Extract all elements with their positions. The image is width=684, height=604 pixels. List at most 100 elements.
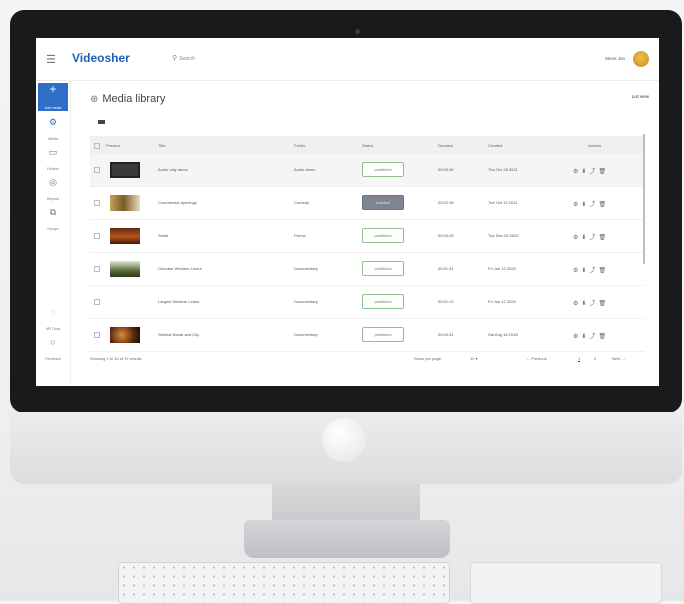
table-row[interactable]: Small Promo published 00:00:05 Tue Nov 0…: [90, 220, 645, 253]
row-actions[interactable]: ⚙⬇⤴🗑: [573, 199, 609, 208]
sidebar-item-reports[interactable]: ◎ Reports: [36, 177, 70, 205]
rows-per-page-select[interactable]: 10 ▾: [470, 356, 478, 361]
status-badge: published: [362, 162, 404, 177]
next-label: Next: [612, 356, 621, 361]
row-created: Sat Aug 18 2018: [488, 332, 518, 337]
col-created[interactable]: Created: [488, 143, 502, 148]
row-duration: 00:00:05: [438, 233, 454, 238]
table-row[interactable]: Largest Western Lemur Documentary publis…: [90, 286, 645, 319]
sidebar-item-feedback[interactable]: ○ Feedback: [36, 337, 70, 365]
row-checkbox[interactable]: [94, 200, 100, 206]
user-name[interactable]: Steve Jon: [605, 56, 625, 61]
copy-icon: ⧉: [49, 207, 57, 217]
chevron-right-icon: →: [621, 356, 626, 361]
add-media-button[interactable]: + Add media: [38, 83, 68, 111]
video-thumbnail[interactable]: [110, 327, 140, 343]
monitor-stand-neck: [272, 484, 420, 524]
library-icon: ⊕: [90, 94, 99, 105]
delete-icon[interactable]: 🗑: [598, 334, 609, 340]
delete-icon[interactable]: 🗑: [598, 202, 609, 208]
previous-button[interactable]: ← Previous: [526, 356, 547, 361]
row-folder: Documentary: [294, 299, 318, 304]
row-duration: 00:01:31: [438, 266, 454, 271]
brand-logo[interactable]: Videosher: [72, 51, 130, 65]
sidebar-item-groups[interactable]: ⧉ Groups: [36, 207, 70, 235]
row-actions[interactable]: ⚙⬇⤴🗑: [573, 298, 609, 307]
camera-dot: [355, 29, 360, 34]
delete-icon[interactable]: 🗑: [598, 301, 609, 307]
row-title[interactable]: Audio only demo: [158, 167, 188, 172]
row-checkbox[interactable]: [94, 332, 100, 338]
table-row[interactable]: Audio only demo Audio demo published 00:…: [90, 154, 645, 187]
plus-icon: +: [49, 82, 57, 96]
row-folder: Documentary: [294, 332, 318, 337]
row-title[interactable]: Sidebar Break and Clip: [158, 332, 199, 337]
chevron-down-icon: ▾: [475, 356, 478, 361]
sidebar-item-media[interactable]: ⚙ Media: [36, 117, 70, 145]
row-title[interactable]: Octorber Western Lemur: [158, 266, 202, 271]
table-header: Preview Title Folder Status Duration Cre…: [90, 136, 645, 154]
row-duration: 00:01:10: [438, 299, 454, 304]
gear-icon: ⚙: [48, 117, 58, 127]
sidebar-item-label: Media: [48, 137, 58, 141]
col-title[interactable]: Title: [158, 143, 165, 148]
row-checkbox[interactable]: [94, 167, 100, 173]
results-count: Showing 1 to 10 of 37 results: [90, 356, 142, 361]
row-actions[interactable]: ⚙⬇⤴🗑: [573, 232, 609, 241]
table-row[interactable]: Octorber Western Lemur Documentary publi…: [90, 253, 645, 286]
list-view-toggle[interactable]: List view: [632, 94, 649, 99]
row-duration: 00:00:31: [438, 332, 454, 337]
col-preview[interactable]: Preview: [106, 143, 120, 148]
search-placeholder: Search: [179, 56, 195, 62]
row-actions[interactable]: ⚙⬇⤴🗑: [573, 265, 609, 274]
col-folder[interactable]: Folder: [294, 143, 305, 148]
avatar[interactable]: [633, 51, 649, 67]
table-row[interactable]: Sidebar Break and Clip Documentary publi…: [90, 319, 645, 352]
video-thumbnail[interactable]: [110, 261, 140, 277]
bulk-actions-icon[interactable]: [98, 120, 105, 124]
rows-per-page-label: Rows per page:: [414, 356, 443, 361]
rows-per-page-value: 10: [470, 356, 475, 361]
scrollbar[interactable]: [643, 134, 645, 264]
row-title[interactable]: Small: [158, 233, 168, 238]
previous-label: Previous: [531, 356, 547, 361]
row-created: Fri Jun 12 2020: [488, 266, 516, 271]
delete-icon[interactable]: 🗑: [598, 235, 609, 241]
next-button[interactable]: Next →: [612, 356, 625, 361]
row-title[interactable]: Largest Western Lemur: [158, 299, 200, 304]
status-badge: published: [362, 261, 404, 276]
sidebar-item-folders[interactable]: ▭ Folders: [36, 147, 70, 175]
row-checkbox[interactable]: [94, 299, 100, 305]
row-title[interactable]: Commercial openings: [158, 200, 197, 205]
row-created: Tue Nov 03 2020: [488, 233, 519, 238]
row-checkbox[interactable]: [94, 266, 100, 272]
delete-icon[interactable]: 🗑: [598, 169, 609, 175]
video-thumbnail[interactable]: [110, 294, 140, 310]
video-thumbnail[interactable]: [110, 228, 140, 244]
video-thumbnail[interactable]: [110, 195, 140, 211]
row-checkbox[interactable]: [94, 233, 100, 239]
page-1-button[interactable]: 1: [578, 356, 581, 362]
status-badge: unlisted: [362, 195, 404, 210]
code-icon: ◌: [50, 307, 56, 317]
sidebar-item-api-docs[interactable]: ◌ API Docs: [36, 307, 70, 335]
select-all-checkbox[interactable]: [94, 143, 100, 149]
page-2-button[interactable]: 2: [594, 356, 596, 361]
col-duration[interactable]: Duration: [438, 143, 453, 148]
status-badge: published: [362, 294, 404, 309]
row-created: Thu Oct 28 2021: [488, 167, 518, 172]
media-table: Preview Title Folder Status Duration Cre…: [90, 136, 645, 352]
row-actions[interactable]: ⚙⬇⤴🗑: [573, 166, 609, 175]
table-row[interactable]: Commercial openings Comedy unlisted 00:0…: [90, 187, 645, 220]
status-badge: published: [362, 327, 404, 342]
col-status[interactable]: Status: [362, 143, 373, 148]
monitor-logo: [322, 418, 366, 462]
search-input[interactable]: ⚲ Search: [172, 54, 195, 62]
row-folder: Documentary: [294, 266, 318, 271]
sidebar-item-label: Reports: [46, 197, 60, 201]
trackpad: [470, 562, 662, 604]
delete-icon[interactable]: 🗑: [598, 268, 609, 274]
video-thumbnail[interactable]: [110, 162, 140, 178]
menu-icon[interactable]: ☰: [46, 53, 56, 66]
row-actions[interactable]: ⚙⬇⤴🗑: [573, 331, 609, 340]
